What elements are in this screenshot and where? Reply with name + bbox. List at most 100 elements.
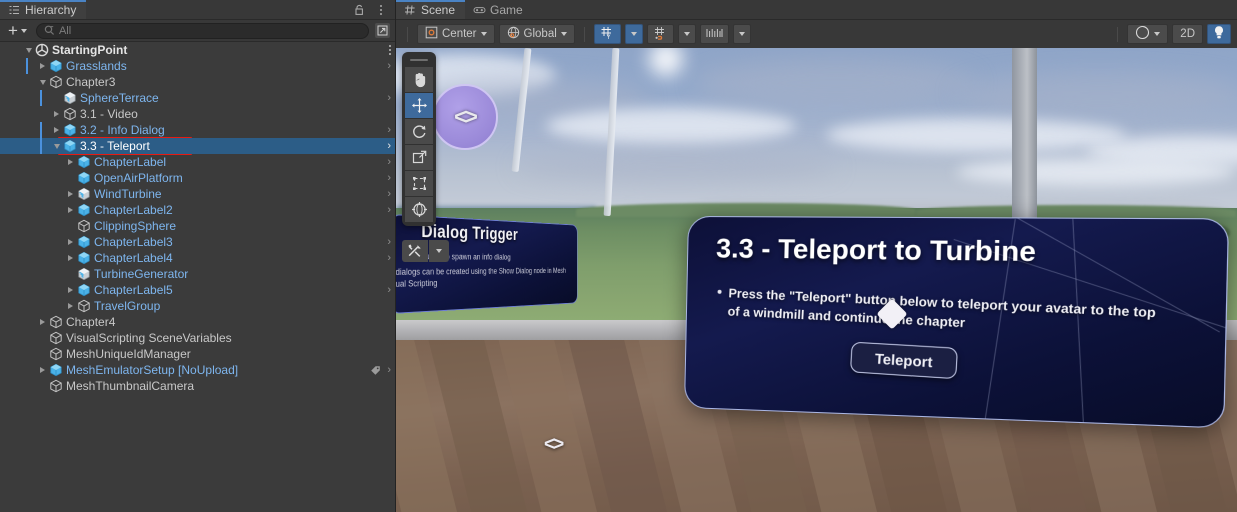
open-prefab-chevron-icon[interactable]: › [387, 365, 391, 376]
twisty-toggle[interactable] [64, 239, 77, 245]
open-prefab-chevron-icon[interactable]: › [387, 125, 391, 136]
hand-tool[interactable] [405, 67, 433, 92]
wrench-tools-button[interactable] [402, 240, 428, 262]
ruler-toggle[interactable] [700, 24, 729, 44]
grid-snap-dropdown[interactable] [625, 24, 643, 44]
palette-grip[interactable] [410, 59, 428, 61]
open-prefab-chevron-icon[interactable]: › [387, 285, 391, 296]
tag-icon[interactable] [370, 365, 381, 376]
hierarchy-row[interactable]: TravelGroup [0, 298, 395, 314]
view-2d-toggle[interactable]: 2D [1172, 24, 1203, 44]
tab-hierarchy[interactable]: Hierarchy [0, 0, 86, 19]
grid-snap-toggle[interactable]: Y [594, 24, 621, 44]
twisty-toggle[interactable] [22, 48, 35, 53]
scene-viewport[interactable]: <> <> Dialog Trigger button to spawn an … [396, 48, 1237, 512]
hierarchy-row[interactable]: 3.2 - Info Dialog › [0, 122, 395, 138]
tab-game[interactable]: Game [465, 0, 533, 19]
hierarchy-tab-actions [352, 0, 395, 19]
open-prefab-chevron-icon[interactable]: › [387, 189, 391, 200]
search-field[interactable] [36, 23, 369, 39]
hierarchy-row[interactable]: 3.3 - Teleport › [0, 138, 395, 154]
snap-increment-dropdown[interactable] [678, 24, 696, 44]
twisty-toggle[interactable] [50, 127, 63, 133]
twisty-toggle[interactable] [64, 191, 77, 197]
handle-space-button[interactable]: Global [499, 24, 575, 44]
hierarchy-row[interactable]: Grasslands › [0, 58, 395, 74]
visual-script-gizmo[interactable]: <> [432, 84, 498, 150]
hierarchy-row[interactable]: 3.1 - Video [0, 106, 395, 122]
scale-tool[interactable] [405, 145, 433, 170]
hierarchy-row[interactable]: ClippingSphere [0, 218, 395, 234]
rotate-tool[interactable] [405, 119, 433, 144]
twisty-toggle[interactable] [64, 303, 77, 309]
hierarchy-row[interactable]: ChapterLabel3 › [0, 234, 395, 250]
twisty-toggle[interactable] [50, 144, 63, 149]
create-object-button[interactable]: + [5, 24, 30, 38]
ruler-dropdown[interactable] [733, 24, 751, 44]
hierarchy-row[interactable]: MeshEmulatorSetup [NoUpload] › [0, 362, 395, 378]
popout-icon[interactable] [375, 23, 390, 38]
kebab-menu-icon[interactable] [374, 3, 388, 17]
transform-tool[interactable] [405, 197, 433, 222]
custom-tools-dropdown[interactable] [429, 240, 449, 262]
open-prefab-chevron-icon[interactable]: › [387, 205, 391, 216]
open-prefab-chevron-icon[interactable]: › [387, 237, 391, 248]
twisty-toggle[interactable] [36, 80, 49, 85]
hierarchy-row[interactable]: ChapterLabel5 › [0, 282, 395, 298]
pivot-mode-button[interactable]: Center [417, 24, 495, 44]
cloud [516, 152, 836, 182]
snap-increment-toggle[interactable] [647, 24, 674, 44]
scene-kebab-menu-icon[interactable] [389, 45, 391, 55]
shading-mode-button[interactable] [1127, 24, 1168, 44]
open-prefab-chevron-icon[interactable]: › [387, 93, 391, 104]
lighting-toggle[interactable] [1207, 24, 1231, 44]
chevron-down-icon [631, 32, 637, 36]
hierarchy-row[interactable]: OpenAirPlatform › [0, 170, 395, 186]
open-prefab-chevron-icon[interactable]: › [387, 157, 391, 168]
hierarchy-row[interactable]: ChapterLabel4 › [0, 250, 395, 266]
prefab-cube-icon [63, 139, 77, 153]
hierarchy-row[interactable]: MeshThumbnailCamera [0, 378, 395, 394]
hierarchy-row[interactable]: TurbineGenerator [0, 266, 395, 282]
row-actions: › [387, 202, 391, 218]
hierarchy-row[interactable]: MeshUniqueIdManager [0, 346, 395, 362]
twisty-toggle[interactable] [64, 287, 77, 293]
open-prefab-chevron-icon[interactable]: › [387, 61, 391, 72]
plus-icon: + [8, 24, 18, 38]
hierarchy-row[interactable]: Chapter3 [0, 74, 395, 90]
hierarchy-row[interactable]: ChapterLabel › [0, 154, 395, 170]
dialog-trigger-panel[interactable]: Dialog Trigger button to spawn an info d… [396, 214, 578, 314]
pivot-center-icon [425, 26, 438, 42]
hierarchy-row[interactable]: StartingPoint [0, 42, 395, 58]
twisty-toggle[interactable] [64, 159, 77, 165]
hierarchy-row[interactable]: SphereTerrace › [0, 90, 395, 106]
move-tool[interactable] [405, 93, 433, 118]
hierarchy-row-label: MeshUniqueIdManager [66, 347, 191, 361]
twisty-toggle[interactable] [36, 319, 49, 325]
open-prefab-chevron-icon[interactable]: › [387, 173, 391, 184]
twisty-toggle[interactable] [64, 207, 77, 213]
rect-transform-tool[interactable] [405, 171, 433, 196]
open-prefab-chevron-icon[interactable]: › [387, 141, 391, 152]
lock-icon[interactable] [352, 3, 366, 17]
hierarchy-row[interactable]: ChapterLabel2 › [0, 202, 395, 218]
tab-scene[interactable]: Scene [396, 0, 465, 19]
twisty-toggle[interactable] [50, 111, 63, 117]
search-input[interactable] [59, 25, 364, 37]
floor-script-gizmo[interactable]: <> [544, 434, 562, 456]
hierarchy-row[interactable]: Chapter4 [0, 314, 395, 330]
open-prefab-chevron-icon[interactable]: › [387, 253, 391, 264]
twisty-toggle[interactable] [36, 367, 49, 373]
twisty-toggle[interactable] [36, 63, 49, 69]
chevron-right-icon [40, 367, 45, 373]
hierarchy-tree[interactable]: StartingPoint Grasslands › Chapter3 SphereTe… [0, 42, 395, 512]
teleport-button[interactable]: Teleport [850, 342, 958, 380]
code-brackets-icon: <> [454, 104, 476, 130]
hierarchy-row[interactable]: WindTurbine › [0, 186, 395, 202]
hierarchy-row[interactable]: VisualScripting SceneVariables [0, 330, 395, 346]
globe-icon [507, 26, 520, 42]
twisty-toggle[interactable] [64, 255, 77, 261]
scene-toolbar-right: 2D [1112, 24, 1231, 44]
teleport-dialog-panel[interactable]: 3.3 - Teleport to Turbine Press the "Tel… [684, 216, 1229, 429]
row-actions: › [387, 122, 391, 138]
